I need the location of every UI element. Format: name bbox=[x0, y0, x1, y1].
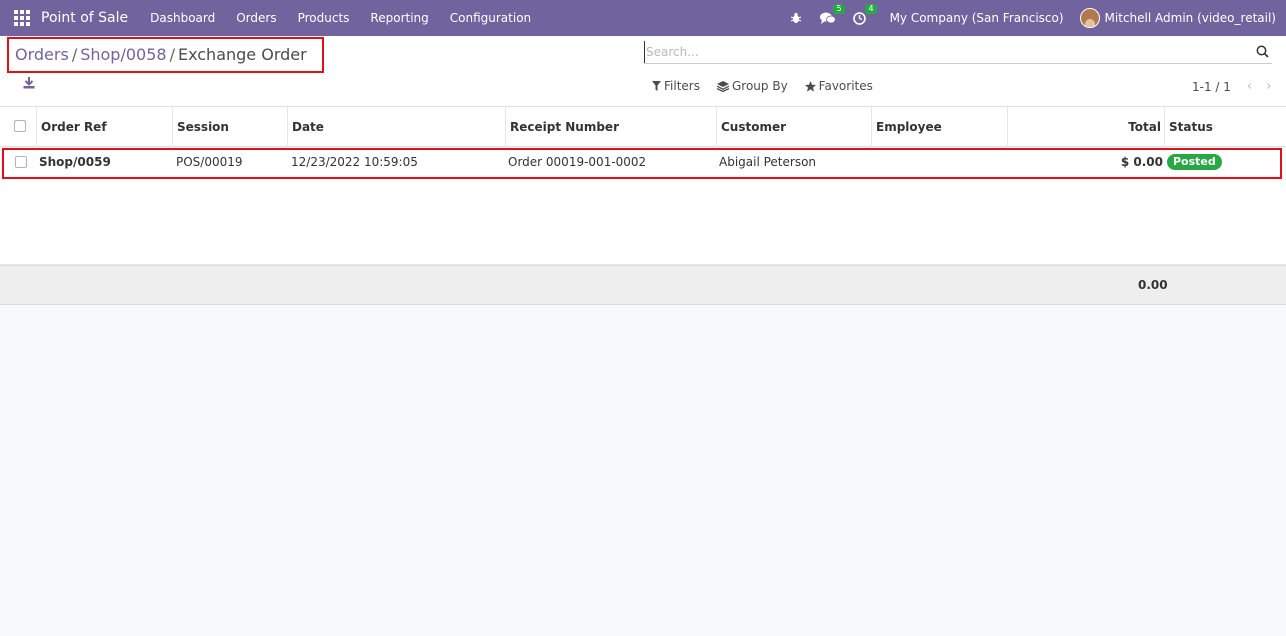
pager-previous-icon[interactable]: ‹ bbox=[1247, 79, 1252, 94]
breadcrumb-current: Exchange Order bbox=[177, 45, 307, 64]
table-header: Order Ref Session Date Receipt Number Cu… bbox=[0, 107, 1286, 147]
company-switcher[interactable]: My Company (San Francisco) bbox=[890, 11, 1064, 25]
group-by-button[interactable]: Group By bbox=[716, 79, 788, 93]
orders-list: Order Ref Session Date Receipt Number Cu… bbox=[0, 107, 1286, 305]
column-header-total[interactable]: Total bbox=[1007, 107, 1164, 147]
cell-receipt-number: Order 00019-001-0002 bbox=[508, 155, 647, 169]
messages-icon[interactable]: 5 bbox=[819, 4, 845, 26]
cell-session: POS/00019 bbox=[176, 155, 243, 169]
status-badge: Posted bbox=[1167, 154, 1222, 170]
search-bar bbox=[644, 40, 1272, 64]
apps-menu-icon[interactable] bbox=[14, 10, 30, 26]
nav-item-reporting[interactable]: Reporting bbox=[370, 11, 428, 25]
column-header-status[interactable]: Status bbox=[1164, 107, 1286, 147]
nav-item-dashboard[interactable]: Dashboard bbox=[150, 11, 215, 25]
column-header-order-ref[interactable]: Order Ref bbox=[36, 107, 173, 147]
nav-item-products[interactable]: Products bbox=[298, 11, 350, 25]
breadcrumb-orders[interactable]: Orders bbox=[15, 45, 69, 64]
group-by-label: Group By bbox=[731, 79, 788, 93]
filter-icon bbox=[652, 81, 661, 91]
star-icon bbox=[804, 80, 816, 92]
cell-total: $ 0.00 bbox=[1120, 155, 1163, 169]
export-download-icon[interactable] bbox=[22, 76, 36, 90]
breadcrumb-separator: / bbox=[71, 45, 78, 64]
pager-value[interactable]: 1-1 / 1 bbox=[1192, 80, 1231, 94]
control-panel: Orders/Shop/0058/Exchange Order Filters … bbox=[0, 36, 1286, 107]
empty-row bbox=[0, 207, 1286, 237]
table-row[interactable]: Shop/0059 POS/00019 12/23/2022 10:59:05 … bbox=[2, 148, 1282, 179]
breadcrumb-shop-order[interactable]: Shop/0058 bbox=[80, 45, 166, 64]
favorites-label: Favorites bbox=[818, 79, 873, 93]
column-header-date[interactable]: Date bbox=[287, 107, 505, 147]
messages-count-badge: 5 bbox=[833, 4, 845, 14]
activities-count-badge: 4 bbox=[865, 4, 877, 14]
select-all-checkbox[interactable] bbox=[14, 120, 26, 132]
search-options: Filters Group By Favorites bbox=[652, 79, 890, 93]
breadcrumb: Orders / Shop/0058/Exchange Order bbox=[7, 37, 324, 73]
filters-label: Filters bbox=[664, 79, 700, 93]
column-header-session[interactable]: Session bbox=[172, 107, 287, 147]
column-header-customer[interactable]: Customer bbox=[716, 107, 872, 147]
row-checkbox[interactable] bbox=[15, 156, 27, 168]
empty-row bbox=[0, 235, 1286, 265]
navbar-systray: 5 4 My Company (San Francisco) Mitchell … bbox=[788, 0, 1286, 36]
top-navbar: Point of Sale Dashboard Orders Products … bbox=[0, 0, 1286, 36]
search-icon[interactable] bbox=[1256, 45, 1270, 59]
app-brand[interactable]: Point of Sale bbox=[41, 10, 128, 26]
pager-next-icon[interactable]: › bbox=[1266, 79, 1271, 94]
cell-order-ref: Shop/0059 bbox=[39, 155, 111, 169]
user-avatar[interactable] bbox=[1079, 8, 1100, 28]
pager: 1-1 / 1 ‹ › bbox=[1192, 79, 1271, 94]
bug-icon[interactable] bbox=[788, 10, 804, 26]
table-footer: 0.00 bbox=[0, 265, 1286, 305]
nav-item-configuration[interactable]: Configuration bbox=[450, 11, 531, 25]
filters-button[interactable]: Filters bbox=[652, 79, 700, 93]
user-menu[interactable]: Mitchell Admin (video_retail) bbox=[1105, 11, 1276, 25]
favorites-button[interactable]: Favorites bbox=[804, 79, 873, 93]
search-input[interactable] bbox=[644, 40, 1244, 63]
nav-item-orders[interactable]: Orders bbox=[236, 11, 276, 25]
breadcrumb-separator: / bbox=[169, 45, 175, 64]
cell-date: 12/23/2022 10:59:05 bbox=[291, 155, 418, 169]
column-header-receipt-number[interactable]: Receipt Number bbox=[505, 107, 717, 147]
activity-clock-icon[interactable]: 4 bbox=[852, 4, 877, 26]
footer-total: 0.00 bbox=[1138, 278, 1168, 292]
cell-customer: Abigail Peterson bbox=[719, 155, 817, 169]
column-header-employee[interactable]: Employee bbox=[871, 107, 1008, 147]
layers-icon bbox=[716, 80, 729, 92]
